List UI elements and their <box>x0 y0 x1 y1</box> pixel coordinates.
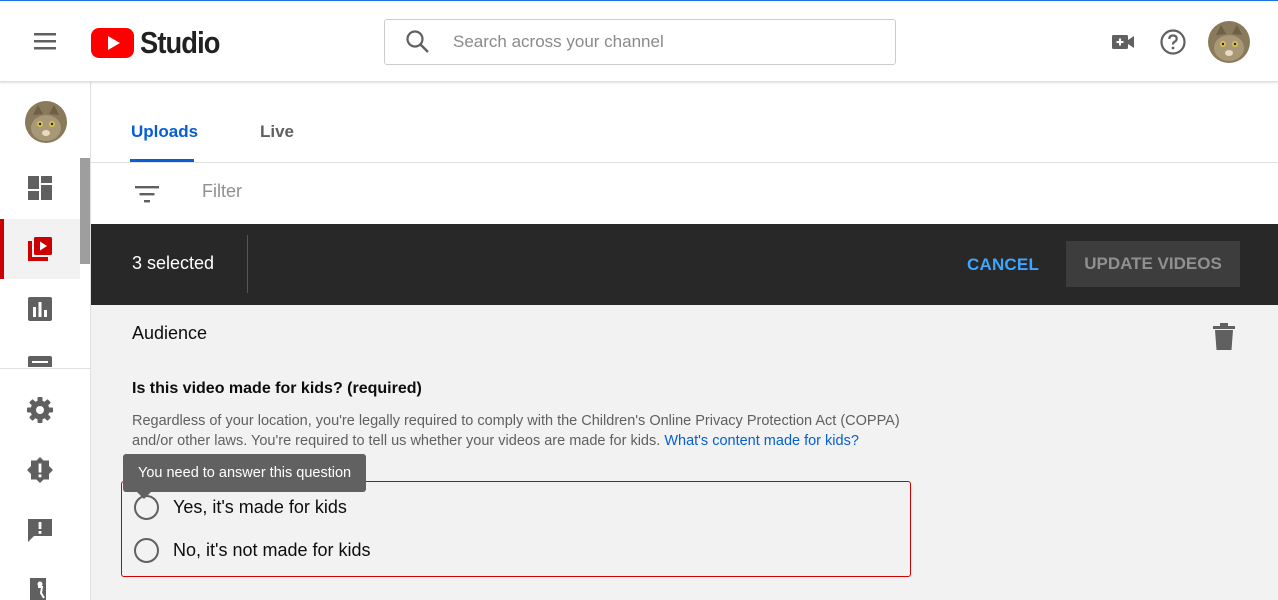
sidebar-item-dashboard[interactable] <box>0 158 80 218</box>
create-video-button[interactable] <box>1108 27 1138 57</box>
exit-person-icon <box>30 578 46 600</box>
tab-uploads[interactable]: Uploads <box>131 122 198 142</box>
required-answer-tooltip: You need to answer this question <box>123 454 367 499</box>
studio-logo[interactable]: Studio <box>91 23 230 63</box>
coppa-description: Regardless of your location, you're lega… <box>132 411 922 451</box>
menu-icon <box>34 33 56 50</box>
sidebar-item-settings[interactable] <box>0 380 80 440</box>
filter-icon[interactable] <box>135 184 159 204</box>
analytics-icon <box>28 297 52 321</box>
sidebar-item-creator-academy[interactable] <box>0 560 80 600</box>
alert-badge-icon <box>27 457 53 483</box>
cancel-button[interactable]: CANCEL <box>967 255 1039 275</box>
sidebar-item-send-feedback[interactable] <box>0 500 80 560</box>
cat-avatar-icon <box>24 101 67 143</box>
comments-icon <box>28 356 52 367</box>
cat-avatar-icon <box>1208 21 1250 63</box>
update-videos-button[interactable]: UPDATE VIDEOS <box>1066 241 1240 287</box>
youtube-logo-icon <box>91 28 134 58</box>
radio-circle-icon <box>134 538 159 563</box>
radio-no-label: No, it's not made for kids <box>173 540 371 560</box>
trash-icon <box>1213 323 1235 350</box>
audience-edit-panel: Audience Is this video made for kids? (r… <box>91 305 1278 600</box>
help-button[interactable] <box>1158 27 1188 57</box>
video-camera-plus-icon <box>1112 35 1134 49</box>
radio-yes-made-for-kids[interactable]: Yes, it's made for kids <box>134 495 347 520</box>
bulk-selection-bar: 3 selected CANCEL UPDATE VIDEOS <box>91 224 1278 305</box>
feedback-icon <box>28 519 52 542</box>
search-input[interactable] <box>453 32 853 52</box>
search-icon <box>406 30 429 53</box>
main-content: Uploads Live 3 selected CANCEL UPDATE VI… <box>91 82 1278 600</box>
left-sidebar <box>0 82 91 600</box>
sidebar-item-content[interactable] <box>0 219 80 279</box>
delete-field-button[interactable] <box>1213 323 1235 351</box>
content-tabs: Uploads Live <box>91 82 1278 163</box>
selection-bar-divider <box>247 235 248 293</box>
video-library-icon <box>28 237 52 261</box>
active-tab-indicator <box>130 159 194 162</box>
filter-input[interactable] <box>202 181 702 202</box>
account-avatar[interactable] <box>1208 21 1250 63</box>
sidebar-scrollbar[interactable] <box>80 158 90 264</box>
made-for-kids-question: Is this video made for kids? (required) <box>132 380 422 397</box>
selected-count: 3 selected <box>132 253 215 273</box>
gear-icon <box>27 397 53 423</box>
content-made-for-kids-link[interactable]: What's content made for kids? <box>664 433 859 449</box>
sidebar-divider <box>0 368 91 369</box>
radio-no-not-made-for-kids[interactable]: No, it's not made for kids <box>134 538 371 563</box>
radio-yes-label: Yes, it's made for kids <box>173 497 347 517</box>
top-header: Studio <box>0 1 1278 82</box>
help-icon <box>1160 29 1186 55</box>
sidebar-item-comments[interactable] <box>0 339 80 367</box>
filter-bar <box>91 163 1278 224</box>
made-for-kids-radio-group: Yes, it's made for kids No, it's not mad… <box>121 481 911 577</box>
sidebar-item-feedback-alert[interactable] <box>0 440 80 500</box>
hamburger-menu-button[interactable] <box>28 27 62 55</box>
audience-section-title: Audience <box>132 323 208 343</box>
sidebar-item-analytics[interactable] <box>0 279 80 339</box>
channel-search-box[interactable] <box>384 19 896 65</box>
sidebar-channel-avatar[interactable] <box>0 92 91 152</box>
dashboard-icon <box>28 176 52 200</box>
tab-live[interactable]: Live <box>260 122 294 142</box>
logo-text: Studio <box>140 25 220 60</box>
